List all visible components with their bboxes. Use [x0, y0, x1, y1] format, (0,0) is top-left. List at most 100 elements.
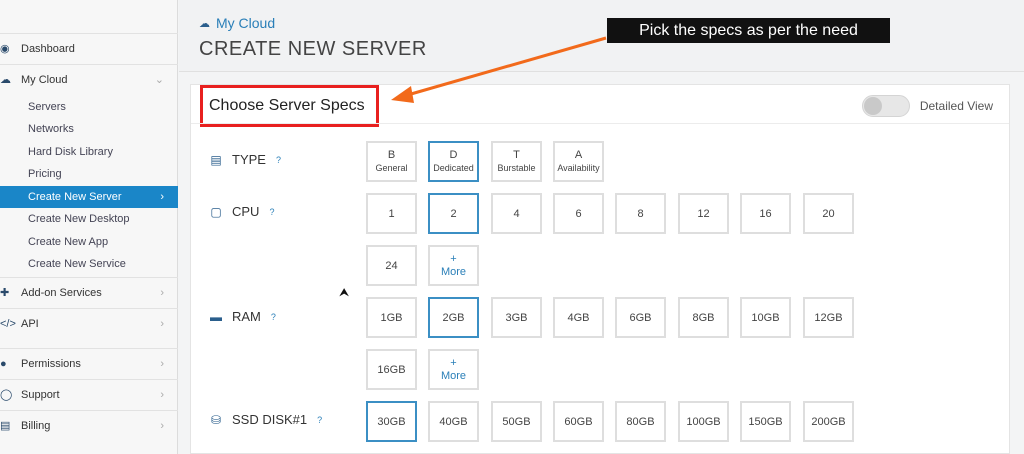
type-name: Availability: [557, 162, 600, 173]
sidebar-sub-label: Networks: [28, 123, 74, 135]
type-option-availability[interactable]: A Availability: [553, 141, 604, 182]
ram-option[interactable]: 2GB: [428, 297, 479, 338]
cpu-option[interactable]: 4: [491, 193, 542, 234]
ram-option[interactable]: 1GB: [366, 297, 417, 338]
cpu-option[interactable]: 16: [740, 193, 791, 234]
sidebar-item-label: Add-on Services: [21, 286, 102, 299]
sidebar-item-label: My Cloud: [21, 73, 68, 86]
help-icon[interactable]: ?: [317, 415, 322, 425]
disk-option[interactable]: 30GB: [366, 401, 417, 442]
sidebar-item-support[interactable]: ◯ Support ›: [0, 379, 178, 409]
cpu-icon: ▢: [210, 204, 222, 219]
disk-option[interactable]: 60GB: [553, 401, 604, 442]
chevron-right-icon: ›: [160, 317, 164, 330]
ram-option[interactable]: 10GB: [740, 297, 791, 338]
specs-panel: Choose Server Specs Detailed View: [190, 84, 1010, 454]
disk-row-label: ⛁ SSD DISK#1?: [208, 412, 322, 427]
sidebar-sub-servers[interactable]: Servers: [0, 96, 178, 118]
section-title: Choose Server Specs: [200, 85, 379, 127]
cpu-option[interactable]: 20: [803, 193, 854, 234]
users-icon: ●: [0, 357, 7, 370]
sidebar-sub-pricing[interactable]: Pricing: [0, 163, 178, 185]
sidebar-sub-create-new-server[interactable]: Create New Server ›: [0, 186, 178, 208]
toggle-knob: [863, 97, 882, 115]
breadcrumb[interactable]: ☁ My Cloud: [199, 15, 275, 31]
sidebar-sub-label: Hard Disk Library: [28, 146, 113, 158]
ram-option[interactable]: 3GB: [491, 297, 542, 338]
sidebar: ◉ Dashboard ☁ My Cloud ⌄ Servers Network…: [0, 0, 178, 454]
page-header: ☁ My Cloud CREATE NEW SERVER: [179, 0, 1024, 72]
row-label-text: SSD DISK#1: [232, 412, 308, 427]
sidebar-item-my-cloud[interactable]: ☁ My Cloud ⌄: [0, 64, 178, 94]
sidebar-sub-create-new-app[interactable]: Create New App: [0, 231, 178, 253]
disk-option[interactable]: 150GB: [740, 401, 791, 442]
disk-option[interactable]: 200GB: [803, 401, 854, 442]
cpu-option[interactable]: 12: [678, 193, 729, 234]
disk-option[interactable]: 40GB: [428, 401, 479, 442]
cpu-option[interactable]: 1: [366, 193, 417, 234]
detailed-view-toggle-group: Detailed View: [861, 95, 993, 117]
disk-option[interactable]: 50GB: [491, 401, 542, 442]
help-icon[interactable]: ?: [271, 312, 276, 322]
help-icon[interactable]: ?: [269, 207, 274, 217]
type-option-burstable[interactable]: T Burstable: [491, 141, 542, 182]
cpu-option[interactable]: 6: [553, 193, 604, 234]
billing-icon: ▤: [0, 420, 11, 432]
disk-option[interactable]: 80GB: [615, 401, 666, 442]
dashboard-icon: ◉: [0, 43, 10, 55]
ram-option[interactable]: 4GB: [553, 297, 604, 338]
cpu-option[interactable]: 2: [428, 193, 479, 234]
toggle-label: Detailed View: [919, 99, 993, 113]
sidebar-sub-label: Create New Server: [28, 191, 122, 203]
ram-icon: ▬: [210, 309, 222, 324]
cloud-icon: ☁: [0, 74, 11, 86]
disk-option[interactable]: 100GB: [678, 401, 729, 442]
more-label: More: [440, 369, 467, 382]
page-title: CREATE NEW SERVER: [199, 38, 427, 60]
cpu-row-label: ▢ CPU?: [208, 204, 274, 219]
cpu-more-button[interactable]: + More: [428, 245, 479, 286]
chevron-right-icon: ›: [160, 286, 164, 299]
ram-option[interactable]: 8GB: [678, 297, 729, 338]
type-letter: D: [449, 149, 458, 161]
ram-option[interactable]: 12GB: [803, 297, 854, 338]
type-letter: A: [574, 149, 583, 161]
ram-more-button[interactable]: + More: [428, 349, 479, 390]
sidebar-item-label: Billing: [21, 419, 51, 432]
type-letter: B: [387, 149, 396, 161]
detailed-view-toggle[interactable]: [861, 95, 910, 117]
type-name: Burstable: [497, 162, 536, 173]
help-icon[interactable]: ?: [276, 155, 281, 165]
breadcrumb-label: My Cloud: [216, 15, 276, 31]
type-option-general[interactable]: B General: [366, 141, 417, 182]
sidebar-item-label: Permissions: [21, 357, 81, 370]
divider: [191, 123, 1009, 124]
ram-option[interactable]: 6GB: [615, 297, 666, 338]
sidebar-item-addon-services[interactable]: ✚ Add-on Services ›: [0, 277, 178, 307]
sidebar-sub-hard-disk-library[interactable]: Hard Disk Library: [0, 141, 178, 163]
row-label-text: CPU: [232, 204, 260, 219]
addon-icon: ✚: [0, 287, 10, 299]
sidebar-sub-create-new-service[interactable]: Create New Service: [0, 253, 178, 275]
sidebar-item-dashboard[interactable]: ◉ Dashboard: [0, 33, 178, 63]
annotation-callout: Pick the specs as per the need: [607, 18, 890, 43]
chevron-right-icon: ›: [160, 191, 164, 203]
type-letter: T: [513, 149, 520, 161]
cpu-option[interactable]: 24: [366, 245, 417, 286]
sidebar-item-api[interactable]: </> API ›: [0, 308, 178, 338]
sidebar-sub-label: Pricing: [28, 168, 62, 180]
sidebar-sub-networks[interactable]: Networks: [0, 118, 178, 140]
cpu-option[interactable]: 8: [615, 193, 666, 234]
sidebar-sub-create-new-desktop[interactable]: Create New Desktop: [0, 208, 178, 230]
ram-row-label: ▬ RAM?: [208, 309, 276, 324]
sidebar-item-permissions[interactable]: ● Permissions ›: [0, 348, 178, 378]
type-name: Dedicated: [433, 162, 474, 173]
chevron-down-icon: ⌄: [154, 74, 164, 86]
plus-icon: +: [450, 357, 457, 370]
sidebar-item-billing[interactable]: ▤ Billing ›: [0, 410, 178, 440]
row-label-text: RAM: [232, 309, 261, 324]
plus-icon: +: [450, 253, 457, 266]
ram-option[interactable]: 16GB: [366, 349, 417, 390]
chevron-right-icon: ›: [160, 357, 164, 370]
type-option-dedicated[interactable]: D Dedicated: [428, 141, 479, 182]
